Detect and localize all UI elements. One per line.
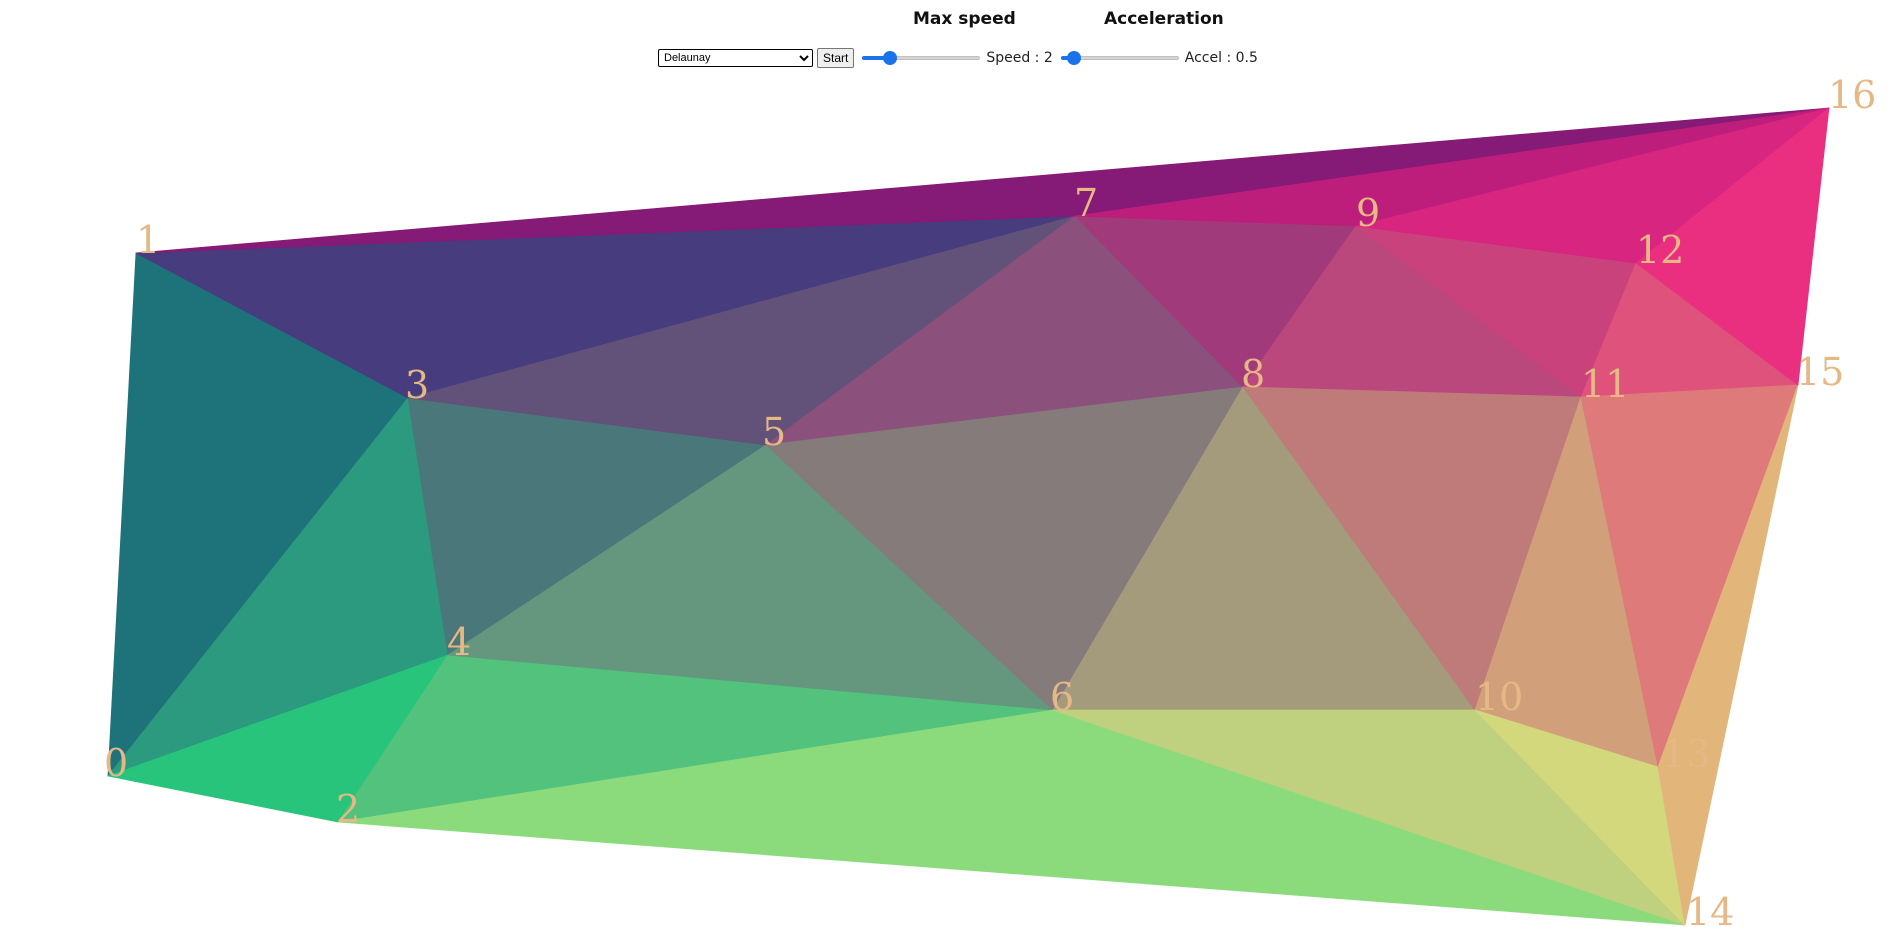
vertex-label: 6: [1050, 675, 1074, 719]
vertex-label: 1: [136, 218, 160, 262]
triangle-layer: [107, 107, 1830, 926]
triangulation-canvas: 012345678910111213141516: [104, 73, 1876, 927]
vertex-label: 15: [1796, 350, 1844, 394]
vertex-label: 16: [1828, 73, 1876, 117]
vertex-label: 7: [1074, 181, 1098, 225]
vertex-label: 3: [405, 363, 429, 407]
vertex-label: 9: [1356, 191, 1380, 235]
vertex-label: 11: [1581, 362, 1629, 406]
vertex-label: 13: [1662, 732, 1710, 776]
vertex-label: 5: [762, 410, 786, 454]
delaunay-app: Max speed Acceleration Delaunay Start Sp…: [0, 0, 1895, 927]
vertex-label: 8: [1241, 352, 1265, 396]
vertex-label: 12: [1636, 228, 1684, 272]
vertex-label: 10: [1475, 675, 1523, 719]
vertex-label: 4: [447, 620, 471, 664]
vertex-label: 2: [336, 787, 360, 831]
vertex-label: 0: [104, 741, 128, 785]
vertex-label: 14: [1686, 890, 1734, 927]
